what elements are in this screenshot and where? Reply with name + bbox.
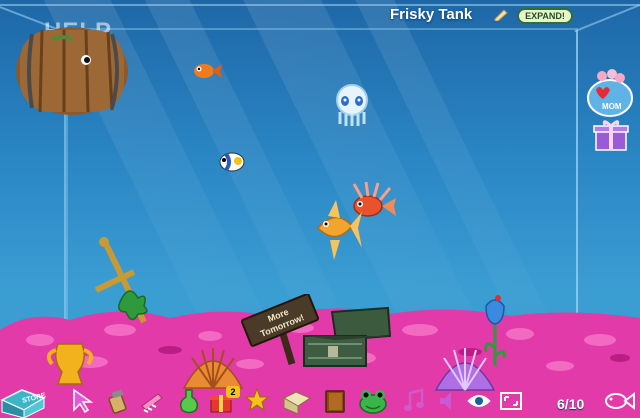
treasure-chest[interactable] bbox=[298, 306, 394, 370]
golden-urn bbox=[46, 343, 94, 385]
aquarium-stage[interactable]: HELP Frisky Tank EXPAND! MOM bbox=[0, 0, 640, 418]
star-trophy-icon[interactable] bbox=[244, 388, 270, 414]
tank-glass-edge bbox=[576, 30, 578, 330]
mom-label: MOM bbox=[602, 102, 622, 111]
sound-icon[interactable] bbox=[436, 388, 462, 414]
tank-glass-edge bbox=[0, 4, 640, 6]
tank-glass-edge bbox=[574, 4, 640, 33]
scallop-shell bbox=[182, 348, 244, 389]
blue-jellyfish[interactable] bbox=[334, 82, 370, 128]
orange-fish[interactable] bbox=[190, 60, 224, 82]
potion-icon[interactable] bbox=[176, 388, 202, 414]
expand-button[interactable]: EXPAND! bbox=[517, 8, 573, 24]
food-shaker-icon[interactable] bbox=[104, 388, 130, 414]
edit-icon[interactable] bbox=[494, 9, 508, 21]
book-icon[interactable] bbox=[322, 388, 348, 414]
music-icon[interactable] bbox=[402, 388, 428, 414]
tank-title: Frisky Tank bbox=[390, 6, 473, 23]
folder-tools-icon[interactable] bbox=[282, 388, 312, 414]
sword-decoration bbox=[94, 237, 148, 324]
eye-icon[interactable] bbox=[466, 388, 492, 414]
blue-tulip bbox=[484, 295, 506, 366]
frog-icon[interactable] bbox=[358, 388, 388, 414]
goldfish[interactable] bbox=[310, 198, 364, 264]
fish-count: 6/10 bbox=[557, 396, 585, 412]
cursor-icon[interactable] bbox=[70, 388, 96, 414]
fish-count-icon bbox=[605, 391, 635, 411]
scrub-brush-icon[interactable] bbox=[140, 388, 166, 414]
gift-icon[interactable] bbox=[592, 118, 630, 152]
clown-fish[interactable] bbox=[216, 150, 246, 174]
fullscreen-icon[interactable] bbox=[498, 388, 524, 414]
notification-badge: 2 bbox=[226, 386, 240, 398]
barrel-decoration bbox=[16, 27, 128, 115]
